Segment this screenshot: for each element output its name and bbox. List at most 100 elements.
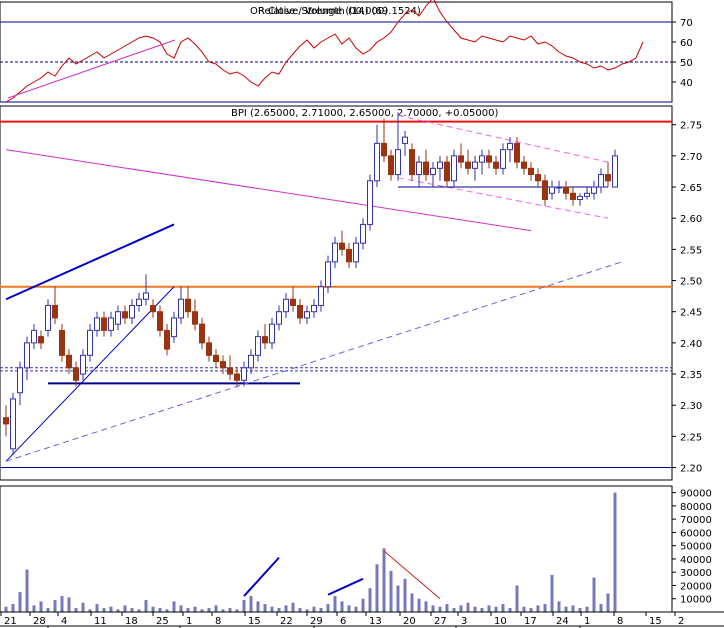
price-candle [437,155,443,181]
volume-bar [550,574,554,612]
candle-body [241,367,247,381]
candle-body [395,149,401,176]
volume-bar [95,604,99,612]
x-day-label: 4 [61,616,67,627]
volume-bar [158,608,162,612]
price-candle [262,324,268,350]
price-candle [213,349,219,368]
volume-bar [172,601,176,612]
stock-chart: OR Close / Volume (00,000) Relative Stre… [0,0,724,628]
x-day-label: 24 [556,616,569,627]
volume-bar [487,605,491,612]
volume-bar [291,602,295,612]
candle-body [283,298,289,313]
price-candle [367,174,373,231]
candle-body [598,174,604,188]
volume-bar [179,605,183,612]
x-day-label: 8 [617,616,623,627]
candle-body [227,367,233,375]
volume-bar [39,601,43,612]
x-day-label: 28 [33,616,46,627]
volume-bar [207,608,211,612]
price-candle [444,155,450,188]
price-tick-label: 2.70 [680,152,702,163]
candle-body [472,161,478,169]
candle-body [416,161,422,176]
volume-bar [214,605,218,612]
candle-body [612,155,618,188]
x-day-label: 1 [584,616,590,627]
candle-body [136,298,142,306]
candle-body [17,367,23,394]
candle-body [24,342,30,369]
price-candle [570,187,576,206]
volume-tick-label: 70000 [680,515,712,526]
price-candle [360,218,366,250]
volume-bar [410,593,414,612]
candle-body [339,242,345,250]
panel-frame [0,105,673,481]
volume-bar [536,605,540,612]
candle-body [108,317,114,331]
volume-bar [249,596,253,612]
price-candle [115,305,121,331]
price-tick-label: 2.35 [680,370,702,381]
rsi-tick-label: 40 [680,78,693,89]
volume-bar [4,606,8,612]
x-day-label: 2 [678,616,684,627]
rsi-y-ticks: 40 50 60 70 [672,18,693,89]
price-candle [52,286,58,325]
price-candle [157,305,163,337]
price-trendline [397,177,609,219]
candle-body [318,286,324,306]
volume-bar [263,604,267,612]
volume-bar [186,608,190,612]
volume-bar [53,600,57,612]
price-candle [486,149,492,169]
candle-body [563,186,569,194]
volume-trendlines [243,550,441,600]
volume-bar [473,606,477,612]
candle-body [353,242,359,263]
price-candle [577,193,583,206]
price-trendlines [5,114,623,462]
price-tick-label: 2.50 [680,277,702,288]
price-candle [507,137,513,163]
price-candle [199,317,205,350]
x-day-label: 20 [403,616,416,627]
price-candle [311,299,317,318]
volume-bar [424,601,428,612]
price-candle [31,324,37,350]
volume-bar [564,606,568,612]
price-horizontal-lines [0,120,672,469]
candle-body [521,161,527,169]
candle-body [122,311,128,319]
candle-body [591,186,597,194]
price-candle [87,324,93,362]
price-candle [10,392,16,456]
panel-frame [0,485,673,613]
x-day-label: 1 [186,616,192,627]
volume-bar [592,577,596,612]
volume-tick-label: 10000 [680,595,712,606]
candle-body [423,161,429,176]
volume-bar [256,601,260,612]
x-day-label: 10 [494,616,507,627]
volume-bar [382,548,386,612]
volume-tick-label: 80000 [680,502,712,513]
volume-bar [60,596,64,612]
price-tick-label: 2.30 [680,401,702,412]
price-candle [542,174,548,206]
price-candle [80,349,86,381]
volume-bar [368,588,372,612]
price-candle [549,180,555,200]
price-candle [66,349,72,375]
x-day-label: 17 [524,616,537,627]
candle-body [549,186,555,194]
price-y-ticks: 2.20 2.25 2.30 2.35 2.40 2.45 2.50 2.55 2.60 2.65… [672,121,702,475]
price-candle [3,405,9,437]
volume-bar [277,608,281,612]
volume-bar [151,606,155,612]
candle-body [367,180,373,225]
volume-bar [522,606,526,612]
